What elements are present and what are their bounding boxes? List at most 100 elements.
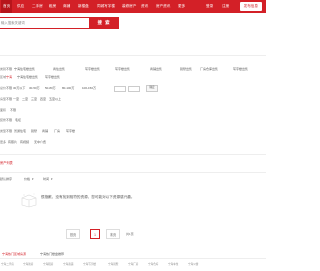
nav-item-decoration[interactable]: 装修房产 <box>122 0 136 13</box>
nav-item-home[interactable]: 首页 <box>1 0 13 13</box>
chevron-down-icon: ▾ <box>32 177 34 181</box>
filter-row-category: 类别 不限 宁海住宅楼出售 商住出售 写字楼出售 写字楼出售 商铺出售 别墅出售… <box>0 67 266 74</box>
filter-option[interactable]: 商住出售 <box>53 67 65 71</box>
filter-option[interactable]: 宁海住宅楼出售 <box>14 67 35 71</box>
nav-item-supply[interactable]: 供应 <box>17 0 24 13</box>
nav-item-more[interactable]: 更多 <box>178 0 185 13</box>
related-link[interactable]: 宁海二手房 <box>1 262 14 266</box>
filter-option[interactable]: 50-80万 <box>45 86 56 90</box>
filter-option[interactable]: 写字楼出售 <box>45 75 60 79</box>
pagination: 首页 1 末页 共1页 <box>66 229 206 239</box>
nav-item-new-homes[interactable]: 新楼盘 <box>78 0 89 13</box>
related-section: 宁海热门区域房源 宁海热门楼盘推荐 宁海二手房 宁海新房 宁海租房 宁海商铺 宁… <box>0 250 266 271</box>
filter-option[interactable]: 商铺出售 <box>150 67 162 71</box>
filter-option[interactable]: 80-100万 <box>62 86 74 90</box>
price-confirm-button[interactable]: 确定 <box>146 85 158 92</box>
related-link[interactable]: 宁海厂房 <box>128 262 138 266</box>
divider <box>0 154 266 155</box>
tab-hot-areas[interactable]: 宁海热门区域房源 <box>1 250 27 258</box>
divider <box>0 55 266 56</box>
empty-message: 很抱歉，没有找到相符的资源，您可能对以下资源感兴趣。 <box>41 195 135 199</box>
related-link[interactable]: 宁海别墅 <box>108 262 118 266</box>
sort-bar: 默认排序 价格 ▾ 时间 ▾ <box>0 177 266 185</box>
filter-label: 面积 <box>0 108 7 112</box>
tab-hot-estates[interactable]: 宁海热门楼盘推荐 <box>39 250 65 258</box>
related-link[interactable]: 宁海新房 <box>23 262 33 266</box>
sort-time[interactable]: 时间 <box>43 177 49 181</box>
nav-item-shops[interactable]: 商铺 <box>63 0 70 13</box>
price-max-input[interactable] <box>128 85 140 92</box>
filter-option[interactable]: 宁海 <box>6 75 12 79</box>
filter-row-region: 区域 宁海 宁海住宅楼出售 写字楼出售 <box>0 75 266 82</box>
related-link[interactable]: 宁海商铺 <box>63 262 73 266</box>
nav-item-property-news[interactable]: 房产资讯 <box>156 0 170 13</box>
filter-option[interactable]: 四室 <box>40 97 46 101</box>
filter-option[interactable]: 厂房 <box>54 129 60 133</box>
first-page-button[interactable]: 首页 <box>66 229 80 239</box>
page-number-current[interactable]: 1 <box>90 229 100 239</box>
filter-option[interactable]: 一室 <box>13 97 19 101</box>
nav-item-second-hand[interactable]: 二手房 <box>32 0 43 13</box>
filter-option[interactable]: 宁海住宅楼出售 <box>17 75 38 79</box>
filter-option[interactable]: 商铺 <box>42 129 48 133</box>
search-input[interactable]: 输入搜索关键词 <box>0 17 91 29</box>
filter-option[interactable]: 厂房仓库出售 <box>200 67 218 71</box>
nav-item-offices[interactable]: 同城写字楼 <box>97 0 115 13</box>
filter-option[interactable]: 30-50万 <box>29 86 40 90</box>
filter-row-price: 总价 不限 30万以下 30-50万 50-80万 80-100万 100-15… <box>0 85 266 93</box>
filter-option[interactable]: 有照片 <box>8 140 17 144</box>
filter-option[interactable]: 无中介费 <box>34 140 46 144</box>
section-title: 房产列表 <box>0 160 266 166</box>
filter-option[interactable]: 写字楼 <box>66 129 75 133</box>
login-link[interactable]: 登录 <box>206 0 213 13</box>
filter-option[interactable]: 不限 <box>6 86 12 90</box>
filter-label: 更多 <box>0 140 7 144</box>
filter-option[interactable]: 二室 <box>22 97 28 101</box>
publish-button[interactable]: 发布信息 <box>239 2 262 11</box>
filter-option[interactable]: 别墅 <box>31 129 37 133</box>
sort-default[interactable]: 默认排序 <box>0 177 12 181</box>
filter-option[interactable]: 别墅出售 <box>180 67 192 71</box>
search-bar: 输入搜索关键词 搜 索 <box>0 17 266 31</box>
filter-row-type: 类型 不限 普通住宅 别墅 商铺 厂房 写字楼 <box>0 129 266 136</box>
filter-option[interactable]: 有视频 <box>20 140 29 144</box>
related-link[interactable]: 宁海写字楼 <box>83 262 96 266</box>
divider <box>0 172 266 173</box>
filter-option[interactable]: 不限 <box>10 108 16 112</box>
filter-option[interactable]: 30万以下 <box>13 86 25 90</box>
filter-option[interactable]: 写字楼出售 <box>233 67 248 71</box>
filter-option[interactable]: 不限 <box>6 67 12 71</box>
top-nav-bar: 首页 供应 二手房 租房 商铺 新楼盘 同城写字楼 装修房产 资讯 房产资讯 更… <box>0 0 266 13</box>
filter-option[interactable]: 五室以上 <box>49 97 61 101</box>
empty-box-icon <box>21 193 37 208</box>
filter-option[interactable]: 100-150万 <box>82 86 96 90</box>
filter-row-decoration: 装修 不限 毛坯 <box>0 118 266 125</box>
related-link[interactable]: 宁海仓库 <box>148 262 158 266</box>
filter-option[interactable]: 写字楼出售 <box>115 67 130 71</box>
nav-item-news[interactable]: 资讯 <box>141 0 148 13</box>
filter-row-more: 更多 有照片 有视频 无中介费 <box>0 140 266 147</box>
search-button[interactable]: 搜 索 <box>89 17 119 29</box>
section-title-text: 房产列表 <box>0 161 13 165</box>
filter-option[interactable]: 不限 <box>6 118 12 122</box>
filter-option[interactable]: 毛坯 <box>15 118 21 122</box>
filter-row-area: 面积 不限 <box>0 108 266 115</box>
filter-option[interactable]: 三室 <box>31 97 37 101</box>
related-tabs: 宁海热门区域房源 宁海热门楼盘推荐 <box>0 250 266 259</box>
sort-price[interactable]: 价格 <box>24 177 30 181</box>
filter-option[interactable]: 不限 <box>6 129 12 133</box>
related-link[interactable]: 宁海公寓 <box>188 262 198 266</box>
filter-option[interactable]: 不限 <box>6 97 12 101</box>
register-link[interactable]: 注册 <box>222 0 229 13</box>
filter-row-rooms: 房型 不限 一室 二室 三室 四室 五室以上 <box>0 97 266 104</box>
related-link[interactable]: 宁海车位 <box>168 262 178 266</box>
filter-option[interactable]: 写字楼出售 <box>85 67 100 71</box>
total-pages: 共1页 <box>126 232 134 236</box>
filter-option[interactable]: 普通住宅 <box>14 129 26 133</box>
chevron-down-icon: ▾ <box>51 177 53 181</box>
last-page-button[interactable]: 末页 <box>106 229 120 239</box>
price-min-input[interactable] <box>114 85 126 92</box>
related-link[interactable]: 宁海租房 <box>43 262 53 266</box>
related-links: 宁海二手房 宁海新房 宁海租房 宁海商铺 宁海写字楼 宁海别墅 宁海厂房 宁海仓… <box>0 262 266 268</box>
nav-item-rent[interactable]: 租房 <box>49 0 56 13</box>
